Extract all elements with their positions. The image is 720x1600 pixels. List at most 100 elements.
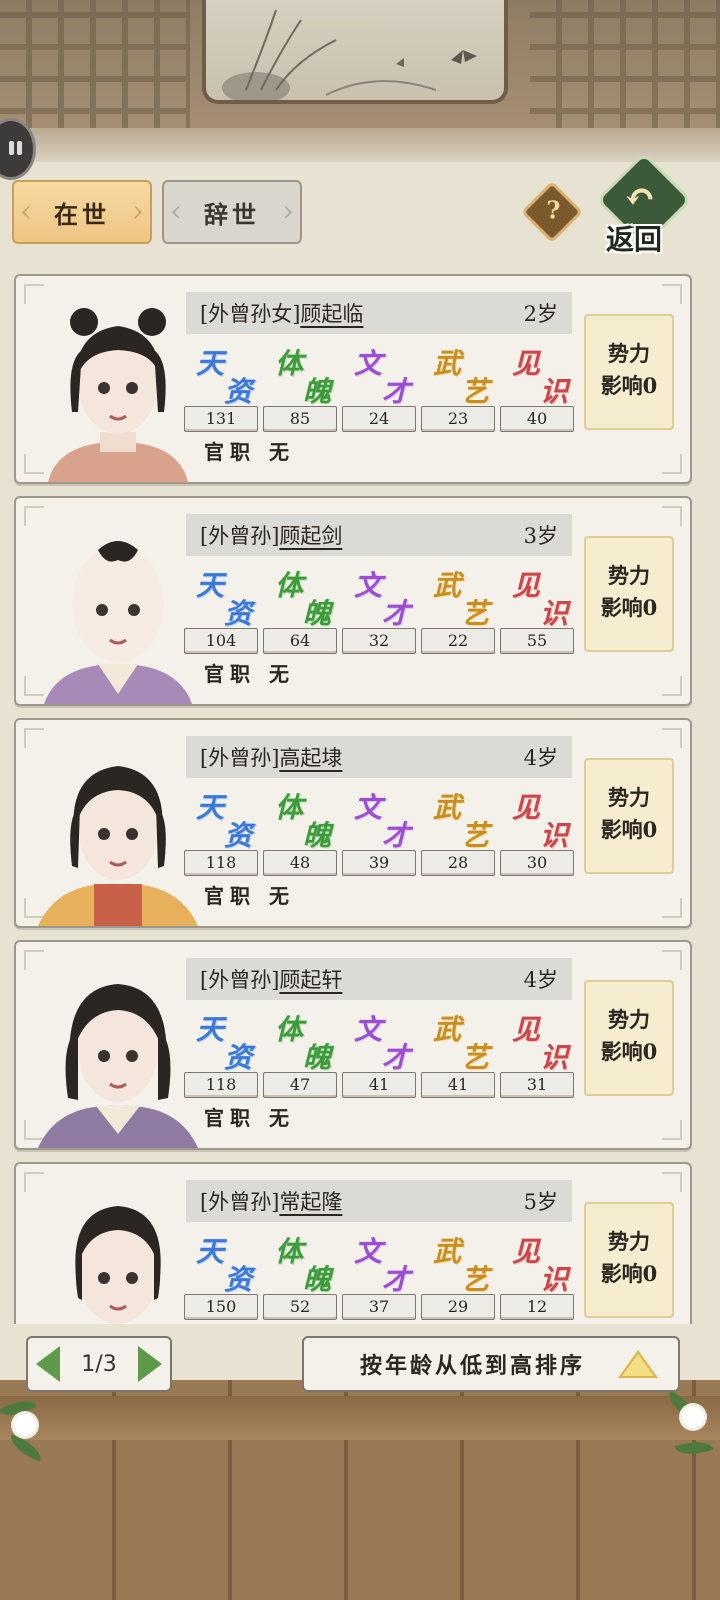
stat-label-char: 识 <box>540 375 569 408</box>
member-age: 4岁 <box>523 968 558 992</box>
member-age: 5岁 <box>523 1190 558 1214</box>
member-card[interactable]: [外曾孙] 顾起轩 4岁 天资 118 体魄 47 文才 41 武艺 41 见识… <box>14 940 692 1150</box>
relation-label: [外曾孙] <box>200 524 280 548</box>
member-card[interactable]: [外曾孙女] 顾起临 2岁 天资 131 体魄 85 文才 24 武艺 23 见… <box>14 274 692 484</box>
office-title: 官职 无 <box>204 440 295 464</box>
stat-label-char: 武 <box>433 347 462 380</box>
portrait-avatar <box>38 1180 198 1324</box>
stat-martial: 武艺 23 <box>421 342 495 432</box>
chevron-right-icon: › <box>282 194 294 229</box>
sort-label: 按年龄从低到高排序 <box>360 1353 586 1379</box>
tab-alive-label: 在世 <box>54 199 110 229</box>
back-button[interactable]: ↶ 返回 <box>595 151 693 256</box>
stat-label-char: 体 <box>275 1013 304 1046</box>
stat-label-char: 天 <box>196 1235 225 1268</box>
question-icon: ? <box>546 195 561 225</box>
member-name[interactable]: 常起隆 <box>279 1186 342 1216</box>
window-lattice-left <box>0 0 190 140</box>
influence-box: 势力 影响0 <box>584 758 674 874</box>
sort-ascending-icon <box>618 1350 658 1378</box>
stat-label-char: 资 <box>224 597 253 630</box>
stat-label-char: 天 <box>196 569 225 602</box>
stat-physique: 体魄 85 <box>263 342 337 432</box>
card-corner <box>662 728 682 748</box>
stat-label-char: 见 <box>512 1013 541 1046</box>
stat-label-char: 见 <box>512 569 541 602</box>
stat-label-char: 武 <box>433 1013 462 1046</box>
stat-label-char: 见 <box>512 1235 541 1268</box>
relation-label: [外曾孙] <box>200 1190 280 1214</box>
stat-label-char: 才 <box>382 597 411 630</box>
member-list[interactable]: [外曾孙女] 顾起临 2岁 天资 131 体魄 85 文才 24 武艺 23 见… <box>14 274 692 1324</box>
influence-box: 势力 影响0 <box>584 536 674 652</box>
member-name[interactable]: 顾起剑 <box>279 520 342 550</box>
member-name[interactable]: 顾起临 <box>300 298 363 328</box>
tab-deceased[interactable]: ‹ 辞世 › <box>162 180 302 244</box>
member-age: 3岁 <box>523 524 558 548</box>
tab-alive[interactable]: ‹ 在世 › <box>12 180 152 244</box>
stat-label-char: 武 <box>433 791 462 824</box>
stat-label-char: 文 <box>354 1235 383 1268</box>
stat-label-char: 体 <box>275 791 304 824</box>
stat-label-char: 见 <box>512 791 541 824</box>
stat-label-char: 艺 <box>461 597 490 630</box>
help-button[interactable]: ? <box>520 180 584 244</box>
member-card[interactable]: [外曾孙] 顾起剑 3岁 天资 104 体魄 64 文才 32 武艺 22 见识… <box>14 496 692 706</box>
stat-label-char: 识 <box>540 1263 569 1296</box>
member-card[interactable]: [外曾孙] 常起隆 5岁 天资 150 体魄 52 文才 37 武艺 29 见识… <box>14 1162 692 1324</box>
stat-martial: 武艺 28 <box>421 786 495 876</box>
portrait-avatar <box>38 292 198 482</box>
stat-label-char: 文 <box>354 569 383 602</box>
stat-insight: 见识 30 <box>500 786 574 876</box>
prev-page-arrow-icon[interactable] <box>36 1346 60 1382</box>
stat-insight: 见识 40 <box>500 342 574 432</box>
chevron-left-icon: ‹ <box>170 194 182 229</box>
flower-decoration <box>682 1406 704 1428</box>
chevron-left-icon: ‹ <box>20 194 32 229</box>
stat-label-char: 见 <box>512 347 541 380</box>
stat-label-char: 艺 <box>461 375 490 408</box>
portrait-avatar <box>38 958 198 1148</box>
card-corner <box>662 454 682 474</box>
stat-talent: 天资 131 <box>184 342 258 432</box>
member-name[interactable]: 高起埭 <box>279 742 342 772</box>
stat-talent: 天资 118 <box>184 786 258 876</box>
member-name[interactable]: 顾起轩 <box>279 964 342 994</box>
influence-label: 势力 <box>608 785 650 810</box>
card-corner <box>662 676 682 696</box>
stat-talent: 天资 118 <box>184 1008 258 1098</box>
member-card[interactable]: [外曾孙] 高起埭 4岁 天资 118 体魄 48 文才 39 武艺 28 见识… <box>14 718 692 928</box>
stat-label-char: 资 <box>224 375 253 408</box>
stat-physique: 体魄 47 <box>263 1008 337 1098</box>
stat-literacy: 文才 32 <box>342 564 416 654</box>
stat-physique: 体魄 64 <box>263 564 337 654</box>
next-page-arrow-icon[interactable] <box>138 1346 162 1382</box>
stat-label-char: 武 <box>433 1235 462 1268</box>
stat-label-char: 才 <box>382 375 411 408</box>
stat-label-char: 魄 <box>303 819 332 852</box>
portrait-avatar <box>38 514 198 704</box>
card-corner <box>662 950 682 970</box>
return-arrow-icon: ↶ <box>624 174 656 219</box>
stat-label-char: 识 <box>540 1041 569 1074</box>
stat-label-char: 识 <box>540 597 569 630</box>
page-indicator: 1/3 <box>81 1351 117 1377</box>
stat-literacy: 文才 24 <box>342 342 416 432</box>
name-bar: [外曾孙] 常起隆 5岁 <box>186 1180 572 1222</box>
influence-value: 影响0 <box>600 373 658 398</box>
portrait-avatar <box>38 736 198 926</box>
stat-physique: 体魄 48 <box>263 786 337 876</box>
influence-value: 影响0 <box>600 595 658 620</box>
office-title: 官职 无 <box>204 662 295 686</box>
name-bar: [外曾孙] 顾起剑 3岁 <box>186 514 572 556</box>
stat-literacy: 文才 41 <box>342 1008 416 1098</box>
stat-label-char: 才 <box>382 1041 411 1074</box>
influence-box: 势力 影响0 <box>584 980 674 1096</box>
name-bar: [外曾孙] 高起埭 4岁 <box>186 736 572 778</box>
stat-label-char: 资 <box>224 819 253 852</box>
chevron-right-icon: › <box>132 194 144 229</box>
card-corner <box>662 1120 682 1140</box>
sort-by-age-button[interactable]: 按年龄从低到高排序 <box>302 1336 680 1392</box>
card-corner <box>662 506 682 526</box>
stat-label-char: 天 <box>196 791 225 824</box>
